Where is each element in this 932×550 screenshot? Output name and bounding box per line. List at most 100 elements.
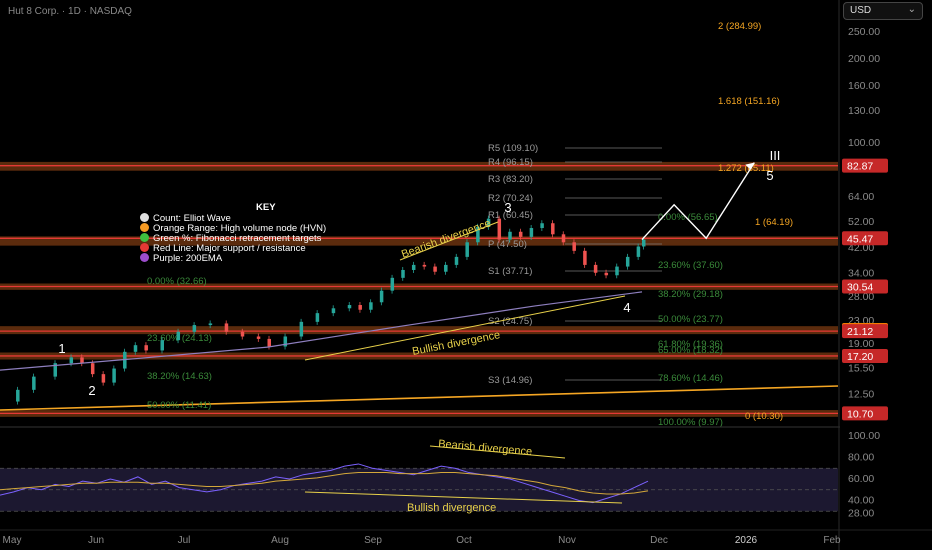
time-tick-label: Aug: [271, 535, 289, 546]
rsi-tick-label: 60.00: [848, 473, 874, 485]
rsi-tick-label: 80.00: [848, 452, 874, 464]
time-tick-label: Jun: [88, 535, 104, 546]
time-tick-label: Feb: [823, 535, 841, 546]
long-term-trendline: [0, 385, 839, 411]
price-tick-label: 64.00: [848, 191, 874, 203]
pivot-label: R4 (96.15): [488, 157, 533, 168]
candle-body: [390, 277, 395, 291]
price-axis: 300.00250.00200.00160.00130.00100.0064.0…: [838, 0, 932, 550]
candle-body: [508, 231, 512, 240]
key-dot-icon: [140, 243, 149, 252]
candle-body: [433, 266, 437, 272]
price-tick-label: 12.50: [848, 389, 874, 401]
wave-label: 4: [623, 300, 630, 315]
candle-body: [540, 223, 544, 229]
time-tick-label: 2026: [735, 535, 758, 546]
candle-body: [379, 290, 384, 303]
symbol-title: Hut 8 Corp. · 1D · NASDAQ: [8, 6, 132, 17]
candle-body: [625, 256, 630, 267]
fib-retracement-label: 0.00% (56.65): [658, 212, 718, 223]
candle-body: [315, 313, 320, 322]
candle-body: [454, 256, 459, 265]
candle-body: [497, 218, 502, 240]
pivot-label: S2 (24.75): [488, 316, 532, 327]
chart-annotations: 12345IIIBearish divergenceBullish diverg…: [58, 148, 780, 398]
fib-extension-label: 1.618 (151.16): [718, 96, 780, 107]
fib-retracement-label: 65.00% (18.32): [658, 345, 723, 356]
candle-body: [69, 357, 74, 364]
candle-body: [101, 374, 106, 383]
time-axis: May Jun Jul Aug Sep Oct Nov Dec 2026 Feb: [0, 529, 932, 546]
fib-retracement-label: 100.00% (9.97): [658, 417, 723, 428]
pivot-label: P (47.50): [488, 239, 527, 250]
candle-body: [133, 345, 138, 352]
fib-extension-label: 1 (64.19): [755, 217, 793, 228]
time-tick-label: May: [3, 535, 22, 546]
fib-retracement-label: 50.00% (11.41): [147, 400, 211, 411]
wave-label: III: [770, 148, 781, 163]
divergence-label: Bearish divergence: [438, 438, 533, 458]
chevron-down-icon: ⌄: [907, 4, 916, 15]
time-tick-label: Nov: [558, 535, 576, 546]
rsi-panel: Bearish divergence Bullish divergence: [0, 426, 932, 514]
candle-body: [144, 345, 148, 351]
candle-body: [615, 266, 619, 276]
time-tick-label: Dec: [650, 535, 668, 546]
candle-body: [112, 368, 116, 383]
candle-body: [551, 223, 555, 235]
price-tick-label: 130.00: [848, 105, 880, 117]
candle-body: [299, 321, 304, 337]
candle-body: [240, 331, 245, 337]
price-tick-label: 200.00: [848, 53, 880, 65]
candle-body: [518, 231, 523, 237]
candle-body: [358, 305, 362, 310]
candle-body: [572, 242, 576, 251]
rsi-tick-label: 28.00: [848, 507, 874, 519]
candle-body: [444, 264, 448, 272]
price-tag-label: 21.12: [847, 326, 873, 338]
candle-body: [90, 363, 95, 375]
candle-body: [331, 308, 336, 314]
pivot-label: R5 (109.10): [488, 143, 538, 154]
candle-body: [32, 376, 36, 390]
key-item-label: Purple: 200EMA: [153, 253, 223, 264]
candle-body: [347, 305, 352, 309]
fib-retracement-label: 78.60% (14.46): [658, 373, 723, 384]
candle-body: [422, 264, 427, 267]
price-tick-label: 250.00: [848, 26, 880, 38]
time-tick-label: Jul: [178, 535, 191, 546]
candle-body: [369, 302, 373, 310]
wave-label: 1: [58, 341, 65, 356]
key-dot-icon: [140, 253, 149, 262]
candle-body: [411, 264, 416, 270]
time-tick-label: Sep: [364, 535, 382, 546]
projection-path: [641, 162, 755, 241]
wave-label: 5: [766, 168, 773, 183]
fib-retracement-label: 38.20% (14.63): [147, 371, 212, 382]
candle-body: [192, 325, 197, 332]
hvn-zone: [0, 326, 838, 335]
divergence-label: Bullish divergence: [407, 502, 496, 514]
candle-body: [401, 269, 405, 278]
candle-body: [256, 336, 261, 339]
fib-extension-label: 0 (10.30): [745, 411, 783, 422]
price-tag-label: 10.70: [847, 408, 873, 420]
currency-label: USD: [850, 5, 872, 16]
price-tick-label: 19.00: [848, 338, 874, 350]
price-tick-label: 52.00: [848, 216, 874, 228]
price-chart[interactable]: R5 (109.10)R4 (96.15)R3 (83.20)R2 (70.24…: [0, 0, 932, 550]
fib-extension-label: 2 (284.99): [718, 21, 761, 32]
wave-label: 3: [504, 200, 511, 215]
candle-body: [642, 239, 646, 247]
candle-body: [80, 357, 84, 364]
candle-body: [16, 389, 20, 402]
price-tag-label: 17.20: [847, 351, 873, 363]
pivot-label: S1 (37.71): [488, 266, 532, 277]
candle-body: [176, 331, 181, 341]
currency-dropdown[interactable]: USD ⌄: [843, 2, 923, 20]
price-tick-label: 160.00: [848, 80, 880, 92]
candle-body: [593, 264, 598, 273]
price-tick-label: 34.00: [848, 267, 874, 279]
candle-body: [604, 272, 609, 276]
fib-retracement-label: 23.60% (37.60): [658, 260, 723, 271]
